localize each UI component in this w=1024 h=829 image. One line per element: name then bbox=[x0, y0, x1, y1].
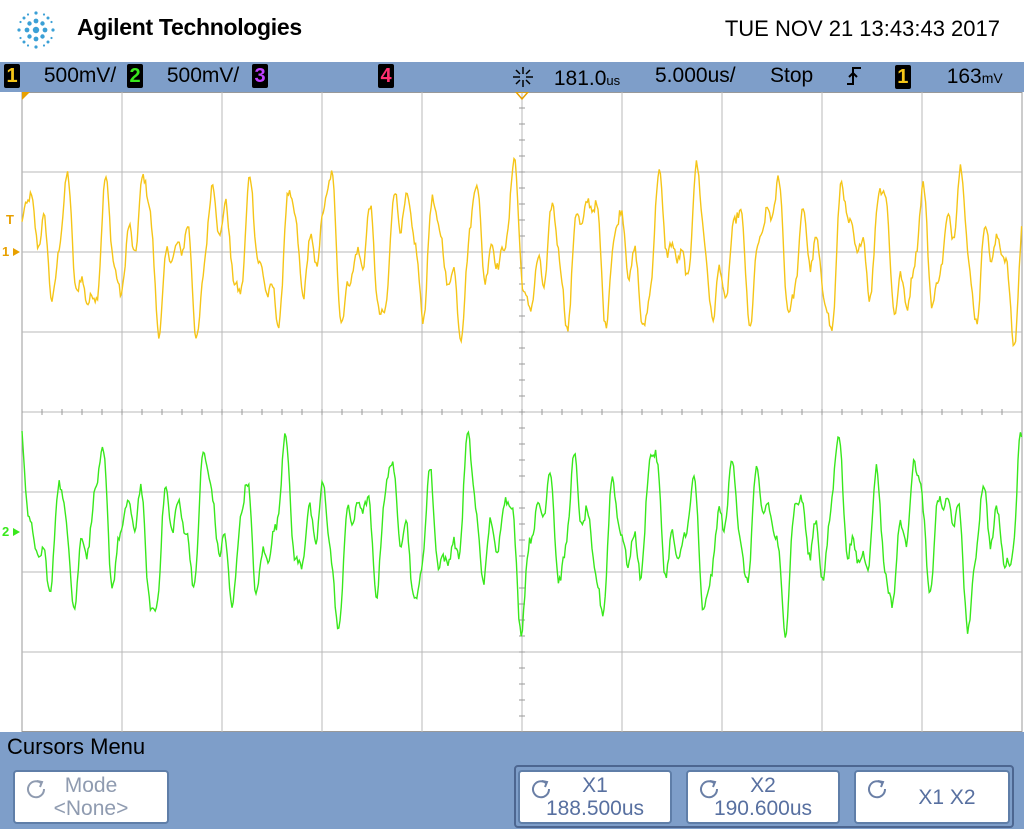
x1x2-label: X1 X2 bbox=[918, 786, 976, 809]
trigger-status[interactable]: 1 163mV bbox=[845, 64, 1003, 89]
top-bar: Agilent Technologies TUE NOV 21 13:43:43… bbox=[0, 0, 1024, 62]
x2-softkey[interactable]: X2 190.600us bbox=[686, 770, 840, 824]
ch2-ground-arrow bbox=[13, 528, 20, 536]
trigger-source-badge: 1 bbox=[894, 65, 911, 89]
trigger-level: 163 bbox=[946, 65, 982, 88]
timebase-status[interactable]: 5.000us/ bbox=[655, 64, 736, 88]
timebase-unit: us/ bbox=[707, 64, 736, 87]
ch3-status[interactable]: 3 bbox=[252, 64, 268, 88]
rising-edge-icon bbox=[847, 67, 861, 85]
brand-name: Agilent Technologies bbox=[77, 14, 302, 40]
cursors-menu: Cursors Menu Mode <None> X1 188.500us X2… bbox=[0, 732, 1024, 829]
ch4-badge: 4 bbox=[378, 64, 394, 88]
ch1-badge: 1 bbox=[4, 64, 20, 88]
waveform-plot[interactable]: T 1 2 bbox=[0, 91, 1024, 733]
ch1-status[interactable]: 1 500mV/ bbox=[4, 64, 116, 88]
trigger-level-unit: mV bbox=[981, 70, 1003, 86]
delay-icon bbox=[513, 67, 533, 87]
ch2-scale: 500 bbox=[166, 64, 202, 87]
x2-label: X2 bbox=[750, 774, 776, 797]
mode-label: Mode bbox=[64, 774, 118, 797]
timebase-value: 5.000 bbox=[655, 64, 708, 87]
x1-label: X1 bbox=[582, 774, 608, 797]
rotate-knob-icon bbox=[868, 780, 887, 799]
ch2-ground-marker: 2 bbox=[2, 524, 9, 539]
left-time-marker bbox=[22, 92, 30, 100]
ch4-status[interactable]: 4 bbox=[378, 64, 394, 88]
x2-value: 190.600us bbox=[713, 797, 813, 820]
ch1-ground-arrow bbox=[13, 248, 20, 256]
run-state[interactable]: Stop bbox=[770, 64, 813, 88]
ch3-badge: 3 bbox=[252, 64, 268, 88]
mode-softkey[interactable]: Mode <None> bbox=[13, 770, 169, 824]
delay-status[interactable]: 181.0us bbox=[510, 64, 620, 91]
ch2-badge: 2 bbox=[127, 64, 143, 88]
ch1-scale: 500 bbox=[43, 64, 79, 87]
x1x2-softkey[interactable]: X1 X2 bbox=[854, 770, 1010, 824]
x1-value: 188.500us bbox=[545, 797, 645, 820]
waveform-display[interactable]: T 1 2 bbox=[0, 91, 1024, 733]
mode-value: <None> bbox=[53, 797, 129, 820]
date-time: TUE NOV 21 13:43:43 2017 bbox=[724, 16, 1000, 41]
ch2-status[interactable]: 2 500mV/ bbox=[127, 64, 239, 88]
ch1-ground-marker: 1 bbox=[2, 244, 9, 259]
agilent-logo-icon bbox=[17, 11, 55, 49]
delay-value: 181.0 bbox=[553, 67, 607, 90]
menu-title: Cursors Menu bbox=[7, 734, 146, 759]
channel-status-bar: 1 500mV/ 2 500mV/ 3 4 181.0us 5.000us/ S… bbox=[0, 62, 1024, 92]
delay-unit: us bbox=[606, 73, 621, 88]
ch2-unit: mV/ bbox=[201, 64, 240, 87]
x1-softkey[interactable]: X1 188.500us bbox=[518, 770, 672, 824]
trigger-level-marker: T bbox=[6, 212, 14, 227]
ch1-unit: mV/ bbox=[78, 64, 117, 87]
